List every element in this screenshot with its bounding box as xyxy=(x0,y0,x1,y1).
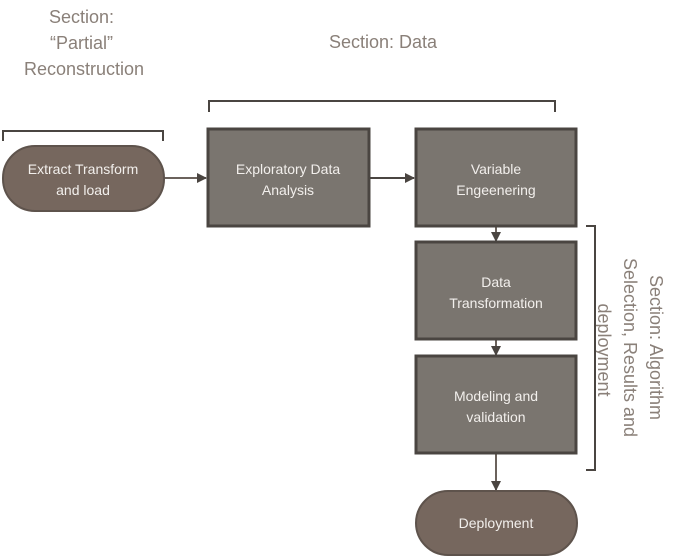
svg-text:Deployment: Deployment xyxy=(459,515,534,531)
node-deployment: Deployment xyxy=(415,490,578,556)
node-modeling-validation: Modeling and validation xyxy=(414,354,578,455)
bracket-data xyxy=(208,100,556,112)
node-data-transformation: Data Transformation xyxy=(414,240,578,341)
section-data-title: Section: Data xyxy=(329,32,438,52)
bracket-partial xyxy=(2,130,164,141)
flow-diagram: Section: “Partial” Reconstruction Sectio… xyxy=(2,7,666,556)
node-variable-engineering: Variable Engeenering xyxy=(414,127,578,228)
section-algorithm-title: Section: Algorithm Selection, Results an… xyxy=(594,258,666,442)
node-eda: Exploratory Data Analysis xyxy=(206,127,371,228)
bracket-algorithm xyxy=(586,225,596,471)
section-partial-title: Section: “Partial” Reconstruction xyxy=(24,7,144,79)
node-etl: Extract Transform and load xyxy=(2,145,165,212)
